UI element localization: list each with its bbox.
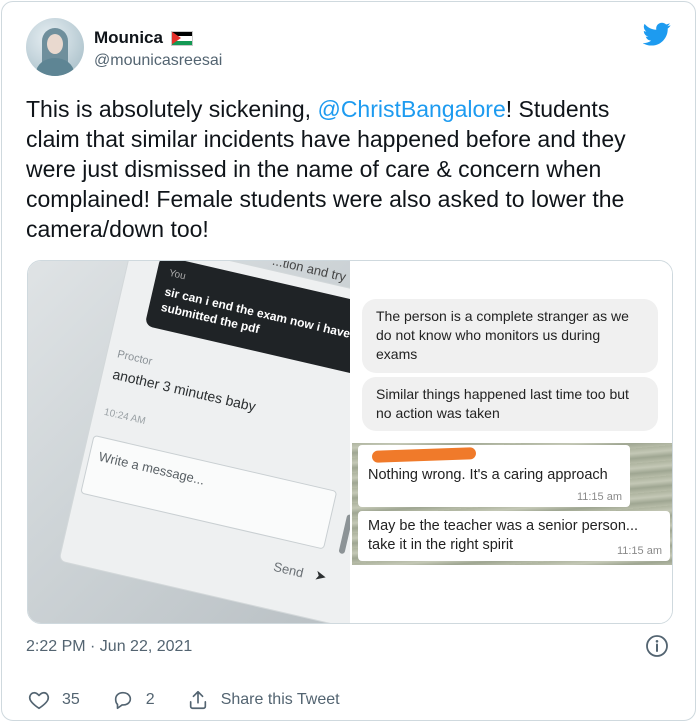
tweet-header: Mounica @mounicasreesai — [26, 18, 671, 78]
tweet-timestamp[interactable]: 2:22 PM · Jun 22, 2021 — [26, 638, 192, 656]
heart-icon — [28, 691, 50, 710]
media-image-right[interactable]: The person is a complete stranger as we … — [352, 261, 672, 623]
word-count: 00 words — [70, 261, 120, 262]
author-name-row[interactable]: Mounica — [94, 28, 193, 48]
share-icon — [189, 690, 206, 710]
author-name[interactable]: Mounica — [94, 28, 163, 48]
info-icon[interactable] — [645, 634, 669, 658]
reply-button[interactable]: 2 — [112, 689, 155, 711]
reply-bubble-icon — [114, 691, 131, 710]
tweet-text-start: This is absolutely sickening, — [26, 96, 318, 122]
chat-bubble: Similar things happened last time too bu… — [362, 377, 658, 431]
mention-link[interactable]: @ChristBangalore — [317, 96, 505, 122]
avatar[interactable] — [26, 18, 84, 76]
like-count: 35 — [62, 691, 80, 708]
tweet-card: Mounica @mounicasreesai This is absolute… — [1, 1, 696, 721]
palestine-flag-icon — [170, 30, 193, 46]
tweet-actions: 35 2 Share this Tweet — [28, 687, 671, 713]
like-button[interactable]: 35 — [28, 689, 80, 711]
chat-message: May be the teacher was a senior person..… — [358, 511, 670, 561]
tweet-text: This is absolutely sickening, @ChristBan… — [26, 94, 666, 244]
chat-bubble: The person is a complete stranger as we … — [362, 299, 658, 373]
tweet-media[interactable]: ...tion and try computer and try 00 word… — [27, 260, 673, 624]
twitter-bird-icon[interactable] — [643, 20, 671, 48]
reply-count: 2 — [145, 691, 155, 708]
share-label: Share this Tweet — [220, 691, 340, 708]
share-button[interactable]: Share this Tweet — [187, 689, 340, 711]
media-image-left[interactable]: ...tion and try computer and try 00 word… — [28, 261, 350, 623]
author-handle[interactable]: @mounicasreesai — [94, 52, 222, 70]
